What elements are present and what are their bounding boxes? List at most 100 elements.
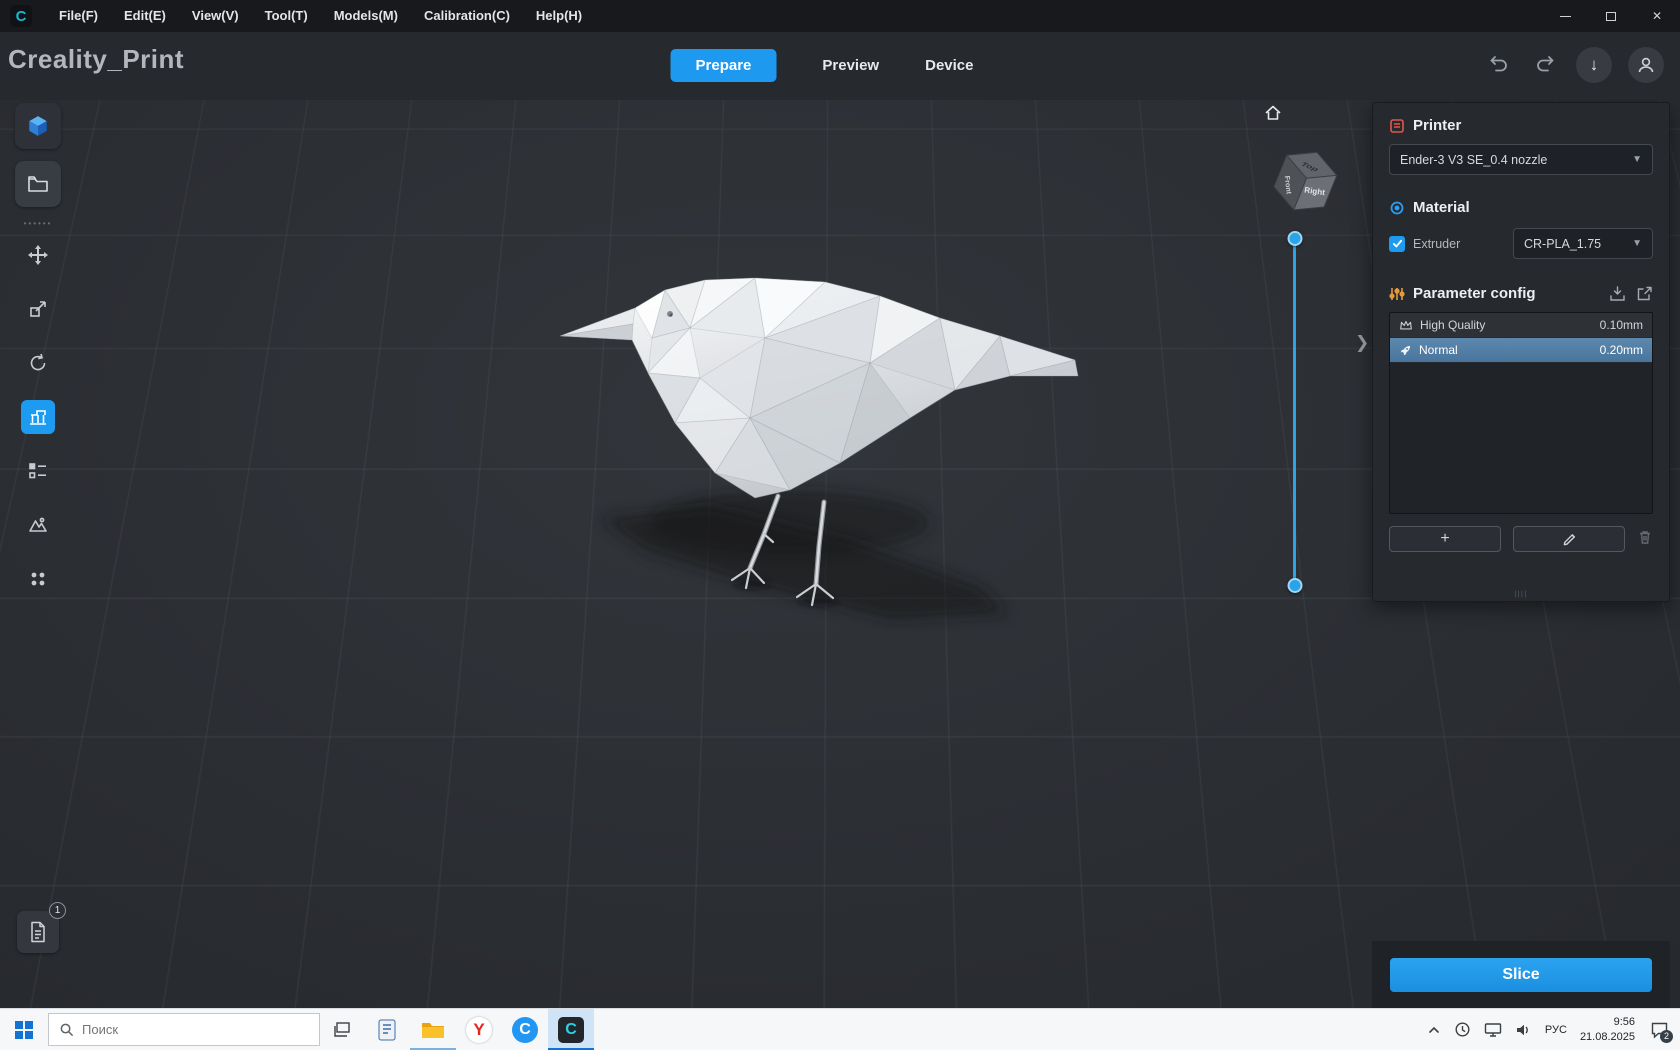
object-list-tile[interactable]: 1 [17,902,66,953]
taskbar: Y C C РУС 9:56 21.08.2025 2 [0,1008,1680,1050]
taskbar-app-c[interactable]: C [502,1009,548,1050]
tray-clock-icon[interactable] [1454,1021,1471,1038]
trash-icon [1640,530,1650,544]
bird-pupil [669,313,673,317]
move-icon [28,245,48,265]
view-cube[interactable]: Top Front Right [1250,122,1360,242]
delete-profile-button[interactable] [1637,529,1653,550]
bird-facets [559,277,1079,491]
system-tray: РУС 9:56 21.08.2025 2 [1427,1009,1680,1050]
minimize-icon [1559,15,1571,17]
rotate-tool-button[interactable] [21,346,55,380]
language-indicator[interactable]: РУС [1545,1024,1567,1036]
window-controls: ✕ [1542,0,1680,32]
maximize-button[interactable] [1588,0,1634,32]
menu-calibration[interactable]: Calibration(C) [411,0,523,32]
notification-badge: 2 [1660,1029,1673,1043]
redo-button[interactable] [1530,50,1560,80]
profile-row-normal[interactable]: Normal 0.20mm [1390,338,1652,363]
undo-icon [1490,56,1507,72]
profile-row-high-quality[interactable]: High Quality 0.10mm [1390,313,1652,338]
menu-view[interactable]: View(V) [179,0,252,32]
taskbar-search[interactable] [48,1013,320,1046]
download-button[interactable]: ↓ [1576,47,1612,83]
printer-section-header: Printer [1389,117,1653,134]
yandex-browser-icon: Y [466,1016,492,1043]
add-profile-button[interactable]: + [1389,526,1501,552]
header: Creality_Print Prepare Preview Device ↓ [0,32,1680,100]
more-tools-button[interactable] [21,562,55,596]
panel-resize-grip[interactable]: |||| [1514,591,1527,598]
add-model-button[interactable] [15,103,61,149]
menu-edit[interactable]: Edit(E) [111,0,179,32]
header-actions: ↓ [1484,47,1664,83]
open-file-button[interactable] [15,161,61,207]
material-select[interactable]: CR-PLA_1.75 ▼ [1513,228,1653,259]
parameter-sliders-icon [1389,287,1405,300]
screen: C File(F) Edit(E) View(V) Tool(T) Models… [0,0,1680,1050]
taskbar-app-yandex[interactable]: Y [456,1009,502,1050]
tray-expand-icon[interactable] [1427,1023,1441,1037]
task-view-button[interactable] [320,1009,364,1050]
profile-name: Normal [1419,343,1458,357]
slice-button[interactable]: Slice [1390,957,1652,992]
object-list-button[interactable] [21,454,55,488]
close-button[interactable]: ✕ [1634,0,1680,32]
menu-models[interactable]: Models(M) [321,0,411,32]
scale-tool-button[interactable] [21,292,55,326]
check-icon [1392,239,1402,248]
profile-buttons: + [1389,526,1653,552]
layer-slider[interactable] [1287,231,1302,593]
tab-preview[interactable]: Preview [822,57,879,74]
edit-profile-button[interactable] [1513,526,1625,552]
tray-speaker-icon[interactable] [1515,1022,1532,1038]
account-button[interactable] [1628,47,1664,83]
support-icon [30,410,46,425]
import-profile-icon[interactable] [1609,285,1626,302]
profile-value: 0.20mm [1599,343,1643,357]
mountain-icon [29,517,47,532]
printer-select[interactable]: Ender-3 V3 SE_0.4 nozzle ▼ [1389,144,1653,175]
titlebar: C File(F) Edit(E) View(V) Tool(T) Models… [0,0,1680,32]
settings-panel: ❯ Printer Ender-3 V3 SE_0.4 nozzle ▼ Mat… [1355,102,1670,602]
rocket-icon [1400,345,1411,355]
tab-prepare[interactable]: Prepare [670,49,777,82]
toolbar-grip[interactable]: •••••• [23,219,53,228]
move-tool-button[interactable] [21,238,55,272]
undo-button[interactable] [1484,50,1514,80]
model-cube-icon [29,116,47,136]
tab-device[interactable]: Device [925,57,973,74]
menu-help[interactable]: Help(H) [523,0,595,32]
bird-eye [667,311,673,317]
material-select-value: CR-PLA_1.75 [1524,236,1602,251]
slider-handle-bottom[interactable] [1287,578,1302,593]
extruder-row: Extruder CR-PLA_1.75 ▼ [1389,228,1653,259]
edit-pencil-icon [1563,533,1575,545]
support-tool-button[interactable] [21,400,55,434]
material-icon [1390,201,1404,214]
seam-tool-button[interactable] [21,508,55,542]
rotate-icon [30,353,46,371]
minimize-button[interactable] [1542,0,1588,32]
taskbar-app-notes[interactable] [364,1009,410,1050]
notification-center-button[interactable]: 2 [1648,1019,1673,1043]
bird-model[interactable] [540,268,1100,648]
slider-handle-top[interactable] [1287,231,1302,246]
mode-tabs: Prepare Preview Device [670,49,973,82]
search-input[interactable] [82,1022,309,1037]
taskbar-app-explorer[interactable] [410,1009,456,1050]
menu-file[interactable]: File(F) [46,0,111,32]
folder-icon [28,176,48,192]
export-profile-icon[interactable] [1636,285,1653,302]
extruder-checkbox[interactable] [1389,235,1405,252]
start-button[interactable] [0,1009,48,1050]
panel-collapse-arrow[interactable]: ❯ [1355,333,1369,353]
menu-tool[interactable]: Tool(T) [252,0,321,32]
page-title: Creality_Print [8,44,185,74]
taskbar-clock[interactable]: 9:56 21.08.2025 [1580,1015,1635,1045]
taskbar-app-creality[interactable]: C [548,1009,594,1050]
slice-bar: Slice [1372,941,1670,1008]
tray-display-icon[interactable] [1484,1022,1502,1038]
printer-select-value: Ender-3 V3 SE_0.4 nozzle [1400,152,1548,167]
object-count-badge: 1 [49,902,66,919]
